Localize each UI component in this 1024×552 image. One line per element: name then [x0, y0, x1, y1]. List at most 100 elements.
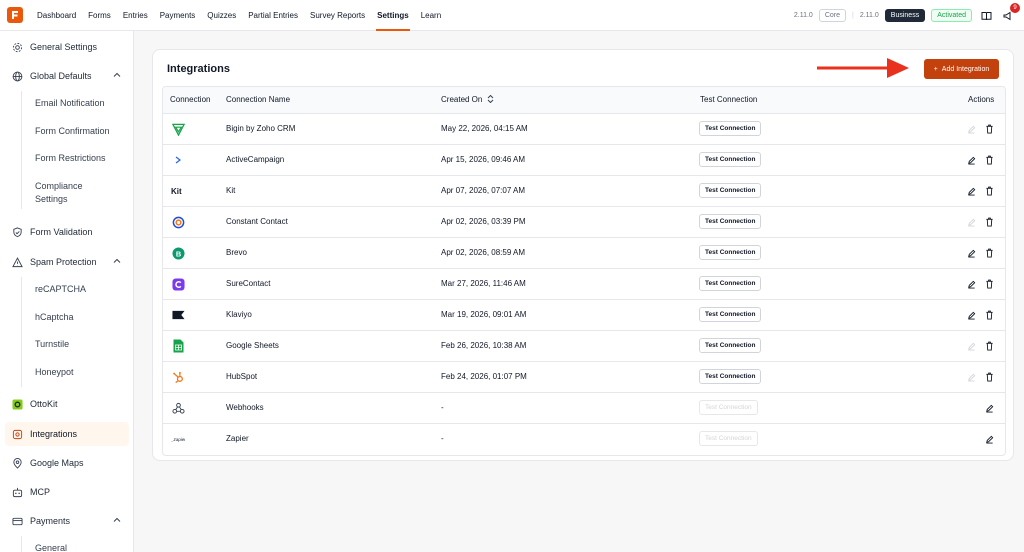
connection-name: Klaviyo	[226, 310, 252, 319]
table-row: Kit Kit Apr 07, 2026, 07:07 AM Test Conn…	[163, 176, 1005, 207]
created-on: -	[441, 434, 444, 443]
nav-dashboard[interactable]: Dashboard	[31, 0, 82, 31]
sidebar-sub-general[interactable]: General	[35, 542, 67, 552]
app-logo-icon[interactable]	[7, 7, 23, 23]
nav-settings[interactable]: Settings	[371, 0, 415, 31]
edit-pencil-icon[interactable]	[965, 185, 977, 197]
docs-book-icon[interactable]	[978, 8, 994, 24]
test-connection-button[interactable]: Test Connection	[699, 121, 762, 136]
sidebar-item-label: OttoKit	[30, 399, 58, 409]
col-connection-name: Connection Name	[226, 95, 291, 104]
sort-icon[interactable]	[487, 94, 494, 104]
edit-pencil-icon[interactable]	[983, 433, 995, 445]
created-on: Feb 24, 2026, 01:07 PM	[441, 372, 527, 381]
delete-trash-icon[interactable]	[983, 216, 995, 228]
test-connection-button[interactable]: Test Connection	[699, 245, 762, 260]
zapier-icon: _zapier	[171, 432, 185, 446]
klaviyo-icon	[171, 308, 185, 322]
sidebar-item-mcp[interactable]: MCP	[5, 480, 129, 504]
edit-pencil-icon	[965, 123, 977, 135]
business-badge: Business	[884, 9, 926, 22]
sidebar-sub-form-confirmation[interactable]: Form Confirmation	[35, 125, 110, 138]
sidebar-item-global-defaults[interactable]: Global Defaults	[5, 64, 129, 88]
sidebar-sub-label: Settings	[35, 194, 68, 204]
delete-trash-icon[interactable]	[983, 185, 995, 197]
delete-trash-icon[interactable]	[983, 309, 995, 321]
edit-pencil-icon	[965, 340, 977, 352]
col-created-on[interactable]: Created On	[441, 87, 494, 113]
sidebar-item-google-maps[interactable]: Google Maps	[5, 451, 129, 475]
chevron-up-icon[interactable]	[113, 71, 121, 79]
edit-pencil-icon[interactable]	[965, 278, 977, 290]
connection-name: Kit	[226, 186, 236, 195]
sidebar-sub-hcaptcha[interactable]: hCaptcha	[35, 311, 74, 324]
test-connection-button[interactable]: Test Connection	[699, 183, 762, 198]
warning-triangle-icon	[11, 256, 23, 268]
nav-payments[interactable]: Payments	[154, 0, 202, 31]
integrations-card: Integrations + Add Integration Connectio…	[152, 49, 1014, 461]
sidebar-item-label: Google Maps	[30, 458, 84, 468]
submenu-line	[21, 91, 22, 209]
test-connection-button[interactable]: Test Connection	[699, 369, 762, 384]
nav-learn[interactable]: Learn	[415, 0, 447, 31]
sidebar-item-integrations[interactable]: Integrations	[5, 422, 129, 446]
created-on: -	[441, 403, 444, 412]
test-connection-button[interactable]: Test Connection	[699, 307, 762, 322]
sidebar-sub-form-restrictions[interactable]: Form Restrictions	[35, 152, 106, 165]
add-integration-label: Add Integration	[941, 65, 990, 73]
nav-quizzes[interactable]: Quizzes	[201, 0, 242, 31]
test-connection-button[interactable]: Test Connection	[699, 276, 762, 291]
sidebar-item-ottokit[interactable]: OttoKit	[5, 392, 129, 416]
table-row: Constant Contact Apr 02, 2026, 03:39 PM …	[163, 207, 1005, 238]
constant-contact-icon	[171, 215, 185, 229]
sidebar-item-form-validation[interactable]: Form Validation	[5, 220, 129, 244]
delete-trash-icon[interactable]	[983, 371, 995, 383]
sidebar-sub-recaptcha[interactable]: reCAPTCHA	[35, 283, 86, 296]
test-connection-button[interactable]: Test Connection	[699, 152, 762, 167]
nav-survey-reports[interactable]: Survey Reports	[304, 0, 371, 31]
edit-pencil-icon	[965, 216, 977, 228]
edit-pencil-icon	[965, 371, 977, 383]
test-connection-button[interactable]: Test Connection	[699, 338, 762, 353]
bigin-icon	[171, 122, 185, 136]
sidebar-sub-compliance-settings[interactable]: Compliance Settings	[35, 180, 83, 206]
nav-forms[interactable]: Forms	[82, 0, 117, 31]
test-connection-button[interactable]: Test Connection	[699, 214, 762, 229]
sidebar-item-spam-protection[interactable]: Spam Protection	[5, 250, 129, 274]
created-on: Apr 07, 2026, 07:07 AM	[441, 186, 526, 195]
table-row: _zapier Zapier - Test Connection	[163, 424, 1005, 455]
delete-trash-icon[interactable]	[983, 154, 995, 166]
add-integration-button[interactable]: + Add Integration	[924, 59, 999, 79]
edit-pencil-icon[interactable]	[965, 309, 977, 321]
delete-trash-icon[interactable]	[983, 123, 995, 135]
chevron-up-icon[interactable]	[113, 257, 121, 265]
delete-trash-icon[interactable]	[983, 340, 995, 352]
sidebar-item-general-settings[interactable]: General Settings	[5, 35, 129, 59]
plus-icon: +	[933, 65, 938, 73]
surecontact-icon	[171, 277, 185, 291]
settings-sidebar: General Settings Global Defaults Email N…	[0, 31, 134, 552]
table-row: SureContact Mar 27, 2026, 11:46 AM Test …	[163, 269, 1005, 300]
sidebar-item-label: Form Validation	[30, 227, 93, 237]
connection-name: SureContact	[226, 279, 271, 288]
nav-entries[interactable]: Entries	[117, 0, 154, 31]
created-on: Apr 15, 2026, 09:46 AM	[441, 155, 526, 164]
delete-trash-icon[interactable]	[983, 247, 995, 259]
edit-pencil-icon[interactable]	[965, 247, 977, 259]
chevron-up-icon[interactable]	[113, 516, 121, 524]
edit-pencil-icon[interactable]	[983, 402, 995, 414]
business-version: 2.11.0	[859, 12, 879, 19]
sidebar-sub-turnstile[interactable]: Turnstile	[35, 338, 69, 351]
sidebar-sub-honeypot[interactable]: Honeypot	[35, 366, 74, 379]
nav-partial-entries[interactable]: Partial Entries	[242, 0, 304, 31]
sidebar-sub-email-notification[interactable]: Email Notification	[35, 97, 105, 110]
col-test-connection: Test Connection	[700, 95, 758, 104]
delete-trash-icon[interactable]	[983, 278, 995, 290]
connection-name: Zapier	[226, 434, 249, 443]
brevo-icon: B	[171, 246, 185, 260]
megaphone-icon[interactable]: 9	[1000, 2, 1020, 24]
sidebar-item-payments[interactable]: Payments	[5, 509, 129, 533]
edit-pencil-icon[interactable]	[965, 154, 977, 166]
activated-badge: Activated	[931, 9, 972, 22]
test-connection-button: Test Connection	[699, 431, 758, 446]
